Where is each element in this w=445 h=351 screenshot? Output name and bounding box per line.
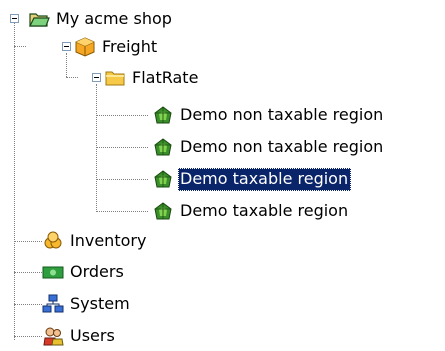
tree-connector	[96, 84, 97, 212]
region-icon	[152, 200, 174, 222]
tree-connector	[96, 179, 148, 180]
region-icon	[152, 136, 174, 158]
tree-node-label: System	[70, 293, 130, 313]
tree-node-root[interactable]: My acme shop	[28, 4, 175, 34]
tree-node-label: Demo non taxable region	[180, 136, 384, 156]
inventory-icon	[42, 230, 64, 252]
tree-connector	[14, 272, 42, 273]
tree-node-label: My acme shop	[56, 8, 172, 28]
orders-icon	[42, 261, 64, 283]
tree-node-orders[interactable]: Orders	[42, 257, 127, 287]
tree-connector	[96, 115, 148, 116]
users-icon	[42, 325, 64, 347]
tree-connector	[14, 304, 42, 305]
tree-node-region[interactable]: Demo taxable region	[152, 196, 351, 226]
tree-node-flatrate[interactable]: FlatRate	[104, 63, 201, 93]
tree-node-region[interactable]: Demo non taxable region	[152, 132, 386, 162]
system-network-icon	[42, 293, 64, 315]
open-folder-icon	[28, 8, 50, 30]
tree-node-users[interactable]: Users	[42, 321, 118, 351]
tree-node-region[interactable]: Demo non taxable region	[152, 100, 386, 130]
tree-connector	[14, 336, 42, 337]
region-icon	[152, 168, 174, 190]
tree-connector	[66, 77, 78, 78]
tree-connector	[96, 211, 148, 212]
folder-icon	[104, 67, 126, 89]
collapse-toggle-freight[interactable]	[62, 42, 71, 51]
tree-node-label: Inventory	[70, 230, 147, 250]
tree-node-label: FlatRate	[132, 67, 199, 87]
tree-node-label-selected: Demo taxable region	[178, 167, 352, 191]
tree-connector	[14, 241, 42, 242]
tree-node-label: Demo non taxable region	[180, 104, 384, 124]
tree-node-freight[interactable]: Freight	[74, 32, 160, 62]
tree-connector	[96, 147, 148, 148]
collapse-toggle-flatrate[interactable]	[92, 73, 101, 82]
tree-node-label: Freight	[102, 36, 158, 56]
tree-connector	[66, 53, 67, 77]
tree-node-system[interactable]: System	[42, 289, 133, 319]
tree-connector	[14, 22, 15, 340]
tree-node-label: Demo taxable region	[180, 200, 349, 220]
region-icon	[152, 104, 174, 126]
tree-node-label: Orders	[70, 261, 124, 281]
tree-connector	[14, 46, 26, 47]
tree-node-label: Users	[70, 325, 115, 345]
collapse-toggle-root[interactable]	[10, 14, 19, 23]
tree-view: My acme shop Freight FlatRate Demo non t…	[0, 0, 445, 351]
tree-node-region-selected[interactable]: Demo taxable region	[152, 164, 352, 194]
tree-node-inventory[interactable]: Inventory	[42, 226, 149, 256]
freight-box-icon	[74, 36, 96, 58]
